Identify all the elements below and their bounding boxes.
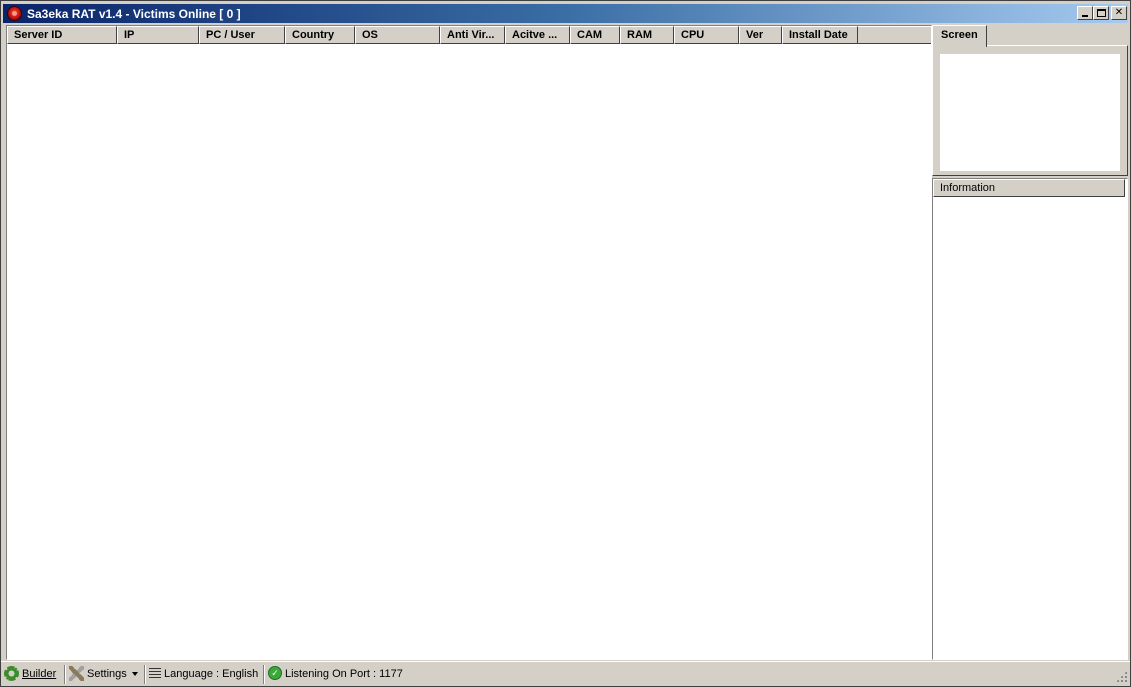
gear-icon bbox=[4, 665, 19, 681]
column-header-cpu[interactable]: CPU bbox=[674, 26, 739, 44]
language-icon bbox=[149, 667, 161, 679]
settings-label: Settings bbox=[87, 668, 127, 680]
resize-grip-icon[interactable] bbox=[1116, 671, 1127, 682]
status-separator bbox=[64, 665, 66, 684]
screen-tab-page bbox=[932, 45, 1128, 176]
column-header-install-date[interactable]: Install Date bbox=[782, 26, 858, 44]
minimize-button[interactable] bbox=[1077, 6, 1093, 20]
settings-dropdown-button[interactable]: Settings bbox=[69, 665, 138, 684]
language-label: Language : English bbox=[164, 668, 259, 680]
close-icon: ✕ bbox=[1114, 7, 1124, 18]
column-header-ver[interactable]: Ver bbox=[739, 26, 782, 44]
title-bar[interactable]: Sa3eka RAT v1.4 - Victims Online [ 0 ] ✕ bbox=[3, 4, 1128, 23]
port-label: Listening On Port : 1177 bbox=[285, 668, 403, 680]
port-status: ✓ Listening On Port : 1177 bbox=[268, 665, 403, 684]
builder-label: Builder bbox=[22, 668, 57, 680]
status-bar: Builder Settings Language : English ✓ Lis… bbox=[1, 661, 1130, 686]
tools-icon bbox=[69, 665, 84, 681]
window-title: Sa3eka RAT v1.4 - Victims Online [ 0 ] bbox=[27, 7, 241, 21]
column-header-os[interactable]: OS bbox=[355, 26, 440, 44]
column-header-filler bbox=[858, 26, 931, 44]
status-separator bbox=[144, 665, 146, 684]
column-header-server-id[interactable]: Server ID bbox=[7, 26, 117, 44]
close-button[interactable]: ✕ bbox=[1111, 6, 1127, 20]
information-header[interactable]: Information bbox=[933, 179, 1125, 197]
status-separator bbox=[263, 665, 265, 684]
victims-list-header: Server ID IP PC / User Country OS Anti V… bbox=[7, 26, 931, 44]
app-icon[interactable] bbox=[7, 6, 22, 21]
column-header-pc-user[interactable]: PC / User bbox=[199, 26, 285, 44]
builder-button[interactable]: Builder bbox=[4, 665, 56, 684]
column-header-ram[interactable]: RAM bbox=[620, 26, 674, 44]
column-header-ip[interactable]: IP bbox=[117, 26, 199, 44]
information-list[interactable]: Information bbox=[932, 178, 1128, 660]
column-header-cam[interactable]: CAM bbox=[570, 26, 620, 44]
maximize-icon bbox=[1097, 9, 1106, 17]
column-header-anti-virus[interactable]: Anti Vir... bbox=[440, 26, 505, 44]
side-panel: Screen Information bbox=[932, 25, 1128, 660]
screen-preview bbox=[940, 54, 1120, 171]
language-status[interactable]: Language : English bbox=[149, 665, 258, 684]
chevron-down-icon bbox=[131, 672, 138, 677]
maximize-button[interactable] bbox=[1093, 6, 1109, 20]
tab-screen[interactable]: Screen bbox=[932, 25, 987, 47]
victims-list[interactable]: Server ID IP PC / User Country OS Anti V… bbox=[6, 25, 932, 660]
minimize-icon bbox=[1082, 15, 1088, 17]
check-circle-icon: ✓ bbox=[268, 666, 282, 681]
column-header-country[interactable]: Country bbox=[285, 26, 355, 44]
column-header-active-window[interactable]: Acitve ... bbox=[505, 26, 570, 44]
main-window: Sa3eka RAT v1.4 - Victims Online [ 0 ] ✕… bbox=[0, 0, 1131, 687]
